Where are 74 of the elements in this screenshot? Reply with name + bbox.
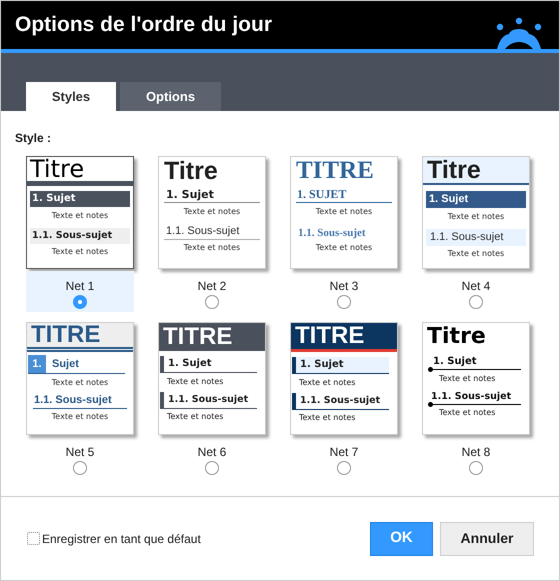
radio-button[interactable] [469,295,483,309]
cancel-button[interactable]: Annuler [440,522,534,556]
style-thumbnail[interactable]: TITRE 1. Sujet Texte et notes 1.1. Sous-sujet Texte et notes [290,322,398,435]
thumbnail-topic: Sujet [52,357,79,372]
style-thumbnail[interactable]: Titre 1. Sujet Texte et notes 1.1. Sous-sujet Texte et notes [422,322,530,435]
style-name: Net 7 [330,445,358,459]
thumbnail-title: TITRE [159,323,265,351]
field-label: Style : [15,131,52,145]
radio-button[interactable] [337,461,351,475]
thumbnail-notes: Texte et notes [50,411,110,423]
radio-button[interactable] [73,295,87,309]
thumbnail-topic: 1. Sujet [164,187,260,203]
thumbnail-notes: Texte et notes [438,407,496,419]
thumbnail-subtopic: 1.1. Sous-sujet [426,229,526,246]
number-badge: 1. [28,355,46,373]
bullet-icon [428,367,433,372]
radio-button[interactable] [73,461,87,475]
thumbnail-notes: Texte et notes [50,210,110,222]
thumbnail-title: TITRE [27,323,133,352]
thumbnail-topic: 1. SUJET [296,187,392,203]
thumbnail-subtopic: 1.1. Sous-sujet [33,393,127,409]
thumbnail-subtopic: 1.1. Sous-sujet [297,226,367,240]
radio-button[interactable] [205,295,219,309]
style-thumbnail[interactable]: TITRE 1. Sujet Texte et notes 1.1. Sous-sujet Texte et notes [158,322,266,435]
thumbnail-notes: Texte et notes [50,246,110,258]
style-name: Net 2 [198,279,226,293]
style-thumbnail[interactable]: Titre 1. Sujet Texte et notes 1.1. Sous-sujet Texte et notes [158,156,266,269]
thumbnail-notes: Texte et notes [166,376,224,388]
tab[interactable]: Styles [26,82,116,111]
checkbox[interactable] [27,532,40,545]
style-name: Net 6 [198,445,226,459]
thumbnail-subtopic: 1.1. Sous-sujet [164,224,260,240]
thumbnail-title: Titre [426,323,487,351]
thumbnail-subtopic: 1.1. Sous-sujet [431,389,521,405]
thumbnail-title: TITRE [295,157,375,185]
radio-button[interactable] [469,461,483,475]
thumbnail-topic: 1. Sujet [431,354,521,370]
thumbnail-title: Titre [27,157,133,186]
thumbnail-notes: Texte et notes [166,411,224,423]
thumbnail-topic: 1. Sujet [426,191,526,208]
thumbnail-notes: Texte et notes [182,242,242,254]
thumbnail-topic: 1. Sujet [30,191,130,207]
thumbnail-title: TITRE [291,323,397,352]
thumbnail-notes: Texte et notes [298,412,356,424]
thumbnail-notes: Texte et notes [50,377,110,389]
thumbnail-notes: Texte et notes [182,206,242,218]
bullet-icon [428,402,433,407]
window-title: Options de l'ordre du jour [15,12,272,38]
thumbnail-notes: Texte et notes [446,211,506,223]
style-name: Net 8 [462,445,490,459]
style-name: Net 3 [330,279,358,293]
thumbnail-notes: Texte et notes [438,373,496,385]
style-thumbnail[interactable]: TITRE 1. Sujet Texte et notes 1.1. Sous-sujet Texte et notes [26,322,134,435]
thumbnail-notes: Texte et notes [314,206,374,218]
thumbnail-topic: 1. Sujet [160,356,257,373]
thumbnail-notes: Texte et notes [298,377,356,389]
radio-button[interactable] [337,295,351,309]
style-name: Net 5 [66,445,94,459]
thumbnail-subtopic: 1.1. Sous-sujet [30,228,130,244]
thumbnail-subtopic: 1.1. Sous-sujet [292,393,389,410]
thumbnail-title: Titre [423,157,529,185]
thumbnail-notes: Texte et notes [314,242,374,254]
thumbnail-topic: 1. Sujet [292,357,389,374]
style-thumbnail[interactable]: Titre 1. Sujet Texte et notes 1.1. Sous-sujet Texte et notes [26,156,134,269]
tab[interactable]: Options [120,82,221,111]
style-name: Net 1 [66,279,94,293]
style-thumbnail[interactable]: Titre 1. Sujet Texte et notes 1.1. Sous-sujet Texte et notes [422,156,530,269]
checkbox-label: Enregistrer en tant que défaut [42,530,201,548]
thumbnail-title: Titre [163,157,219,185]
thumbnail-subtopic: 1.1. Sous-sujet [160,392,257,409]
style-name: Net 4 [462,279,490,293]
style-thumbnail[interactable]: TITRE 1. SUJET Texte et notes 1.1. Sous-sujet Texte et notes [290,156,398,269]
radio-button[interactable] [205,461,219,475]
thumbnail-notes: Texte et notes [446,248,506,260]
